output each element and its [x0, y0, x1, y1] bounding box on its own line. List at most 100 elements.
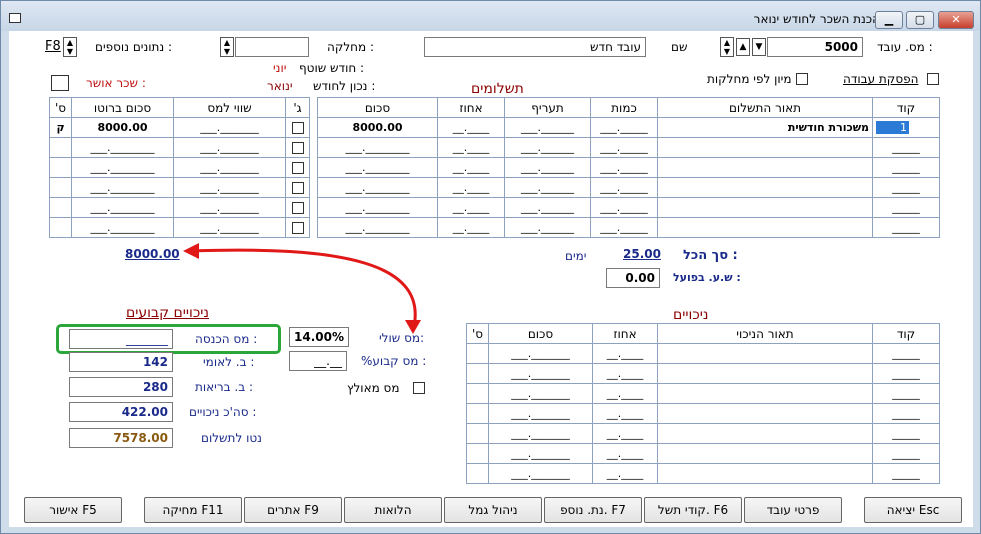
table-row[interactable]: _____ ____.__ _______.___: [466, 443, 940, 464]
s-cell[interactable]: [49, 137, 72, 158]
code-cell[interactable]: _____: [872, 217, 940, 238]
s-cell[interactable]: [466, 443, 489, 464]
amount-cell[interactable]: _______.___: [488, 443, 593, 464]
s-cell[interactable]: [49, 217, 72, 238]
extra-data-button[interactable]: נת. נוספ. F7: [544, 497, 642, 523]
s-cell[interactable]: [466, 363, 489, 384]
tax-value-cell[interactable]: _______.___: [173, 157, 286, 178]
rate-cell[interactable]: ______.___: [504, 117, 591, 138]
amount-cell[interactable]: _______.___: [488, 403, 593, 424]
health-ins-input[interactable]: 280: [69, 377, 173, 397]
table-row[interactable]: _______.___ ________.___: [49, 137, 310, 158]
loans-button[interactable]: הלואות: [344, 497, 442, 523]
desc-cell[interactable]: [657, 137, 873, 158]
qty-cell[interactable]: _____.___: [590, 217, 658, 238]
national-ins-input[interactable]: 142: [69, 352, 173, 372]
table-row[interactable]: _____ _____.___ ______.___ ____.__ ________.…: [317, 157, 940, 178]
table-row[interactable]: _____ ____.__ _______.___: [466, 423, 940, 444]
rate-cell[interactable]: ______.___: [504, 137, 591, 158]
table-row[interactable]: _______.___ ________.___: [49, 197, 310, 218]
desc-cell[interactable]: [657, 197, 873, 218]
desc-cell[interactable]: [657, 343, 873, 364]
code-cell[interactable]: _____: [872, 423, 940, 444]
approve-button[interactable]: אישור F5: [24, 497, 122, 523]
pct-cell[interactable]: ____.__: [437, 217, 505, 238]
amount-cell[interactable]: _______.___: [488, 383, 593, 404]
pct-cell[interactable]: ____.__: [437, 117, 505, 138]
maximize-button[interactable]: ▢: [906, 11, 934, 29]
table-row[interactable]: _______.___ ________.___: [49, 217, 310, 238]
s-cell[interactable]: [49, 197, 72, 218]
chevron-down-icon[interactable]: ▼: [752, 38, 766, 56]
pct-cell[interactable]: ____.__: [592, 463, 658, 484]
pct-cell[interactable]: ____.__: [592, 383, 658, 404]
gross-cell[interactable]: ________.___: [71, 137, 174, 158]
tax-value-cell[interactable]: _______.___: [173, 137, 286, 158]
gross-cell[interactable]: ________.___: [71, 197, 174, 218]
amount-cell[interactable]: 8000.00: [317, 117, 438, 138]
code-cell[interactable]: _____: [872, 463, 940, 484]
gross-cell[interactable]: ________.___: [71, 157, 174, 178]
g-checkbox[interactable]: [285, 137, 310, 158]
tax-value-cell[interactable]: _______.___: [173, 217, 286, 238]
s-cell[interactable]: [466, 383, 489, 404]
table-row[interactable]: _______.___ 8000.00 ק: [49, 117, 310, 138]
amount-cell[interactable]: ________.___: [317, 137, 438, 158]
table-row[interactable]: _____ ____.__ _______.___: [466, 463, 940, 484]
extra-data-spinner[interactable]: ▲ ▼: [63, 37, 77, 57]
alerts-button[interactable]: אתרים F9: [244, 497, 342, 523]
employee-details-button[interactable]: פרטי עובד: [744, 497, 842, 523]
amount-cell[interactable]: _______.___: [488, 423, 593, 444]
desc-cell[interactable]: [657, 463, 873, 484]
desc-cell[interactable]: [657, 383, 873, 404]
qty-cell[interactable]: _____.___: [590, 157, 658, 178]
desc-cell[interactable]: [657, 177, 873, 198]
qty-cell[interactable]: _____.___: [590, 197, 658, 218]
table-row[interactable]: _____ ____.__ _______.___: [466, 383, 940, 404]
actual-hours-input[interactable]: 0.00: [606, 268, 660, 288]
qty-cell[interactable]: _____.___: [590, 117, 658, 138]
table-row[interactable]: _______.___ ________.___: [49, 177, 310, 198]
amount-cell[interactable]: ________.___: [317, 217, 438, 238]
close-button[interactable]: ✕: [938, 11, 974, 29]
gross-cell[interactable]: ________.___: [71, 177, 174, 198]
payment-codes-button[interactable]: קודי תשל. F6: [644, 497, 742, 523]
code-cell[interactable]: _____: [872, 383, 940, 404]
s-cell[interactable]: [49, 177, 72, 198]
g-checkbox[interactable]: [285, 177, 310, 198]
pct-cell[interactable]: ____.__: [592, 443, 658, 464]
employee-spinner[interactable]: ▲ ▼: [720, 37, 734, 57]
s-cell[interactable]: [466, 343, 489, 364]
delete-button[interactable]: מחיקה F11: [144, 497, 242, 523]
code-cell[interactable]: _____: [872, 137, 940, 158]
s-cell[interactable]: [49, 157, 72, 178]
work-stop-checkbox[interactable]: [927, 73, 939, 85]
forced-tax-checkbox[interactable]: [413, 382, 425, 394]
pct-cell[interactable]: ____.__: [437, 177, 505, 198]
table-row[interactable]: _____ _____.___ ______.___ ____.__ ________.…: [317, 177, 940, 198]
tax-value-cell[interactable]: _______.___: [173, 117, 286, 138]
code-cell[interactable]: 1: [872, 117, 940, 138]
rate-cell[interactable]: ______.___: [504, 177, 591, 198]
amount-cell[interactable]: ________.___: [317, 197, 438, 218]
table-row[interactable]: _____ _____.___ ______.___ ____.__ ________.…: [317, 197, 940, 218]
pct-cell[interactable]: ____.__: [437, 137, 505, 158]
code-cell[interactable]: _____: [872, 363, 940, 384]
amount-cell[interactable]: _______.___: [488, 343, 593, 364]
g-checkbox[interactable]: [285, 117, 310, 138]
pct-cell[interactable]: ____.__: [592, 363, 658, 384]
g-checkbox[interactable]: [285, 157, 310, 178]
provident-button[interactable]: ניהול גמל: [444, 497, 542, 523]
fixed-tax-input[interactable]: __.__: [289, 351, 347, 371]
name-input[interactable]: עובד חדש: [424, 37, 646, 57]
code-cell[interactable]: _____: [872, 443, 940, 464]
employee-no-input[interactable]: 5000: [767, 37, 863, 57]
approved-salary-checkbox[interactable]: [51, 75, 69, 91]
qty-cell[interactable]: _____.___: [590, 137, 658, 158]
table-row[interactable]: _____ _____.___ ______.___ ____.__ ________.…: [317, 217, 940, 238]
amount-cell[interactable]: _______.___: [488, 463, 593, 484]
qty-cell[interactable]: _____.___: [590, 177, 658, 198]
tax-value-cell[interactable]: _______.___: [173, 197, 286, 218]
pct-cell[interactable]: ____.__: [592, 403, 658, 424]
desc-cell[interactable]: [657, 443, 873, 464]
